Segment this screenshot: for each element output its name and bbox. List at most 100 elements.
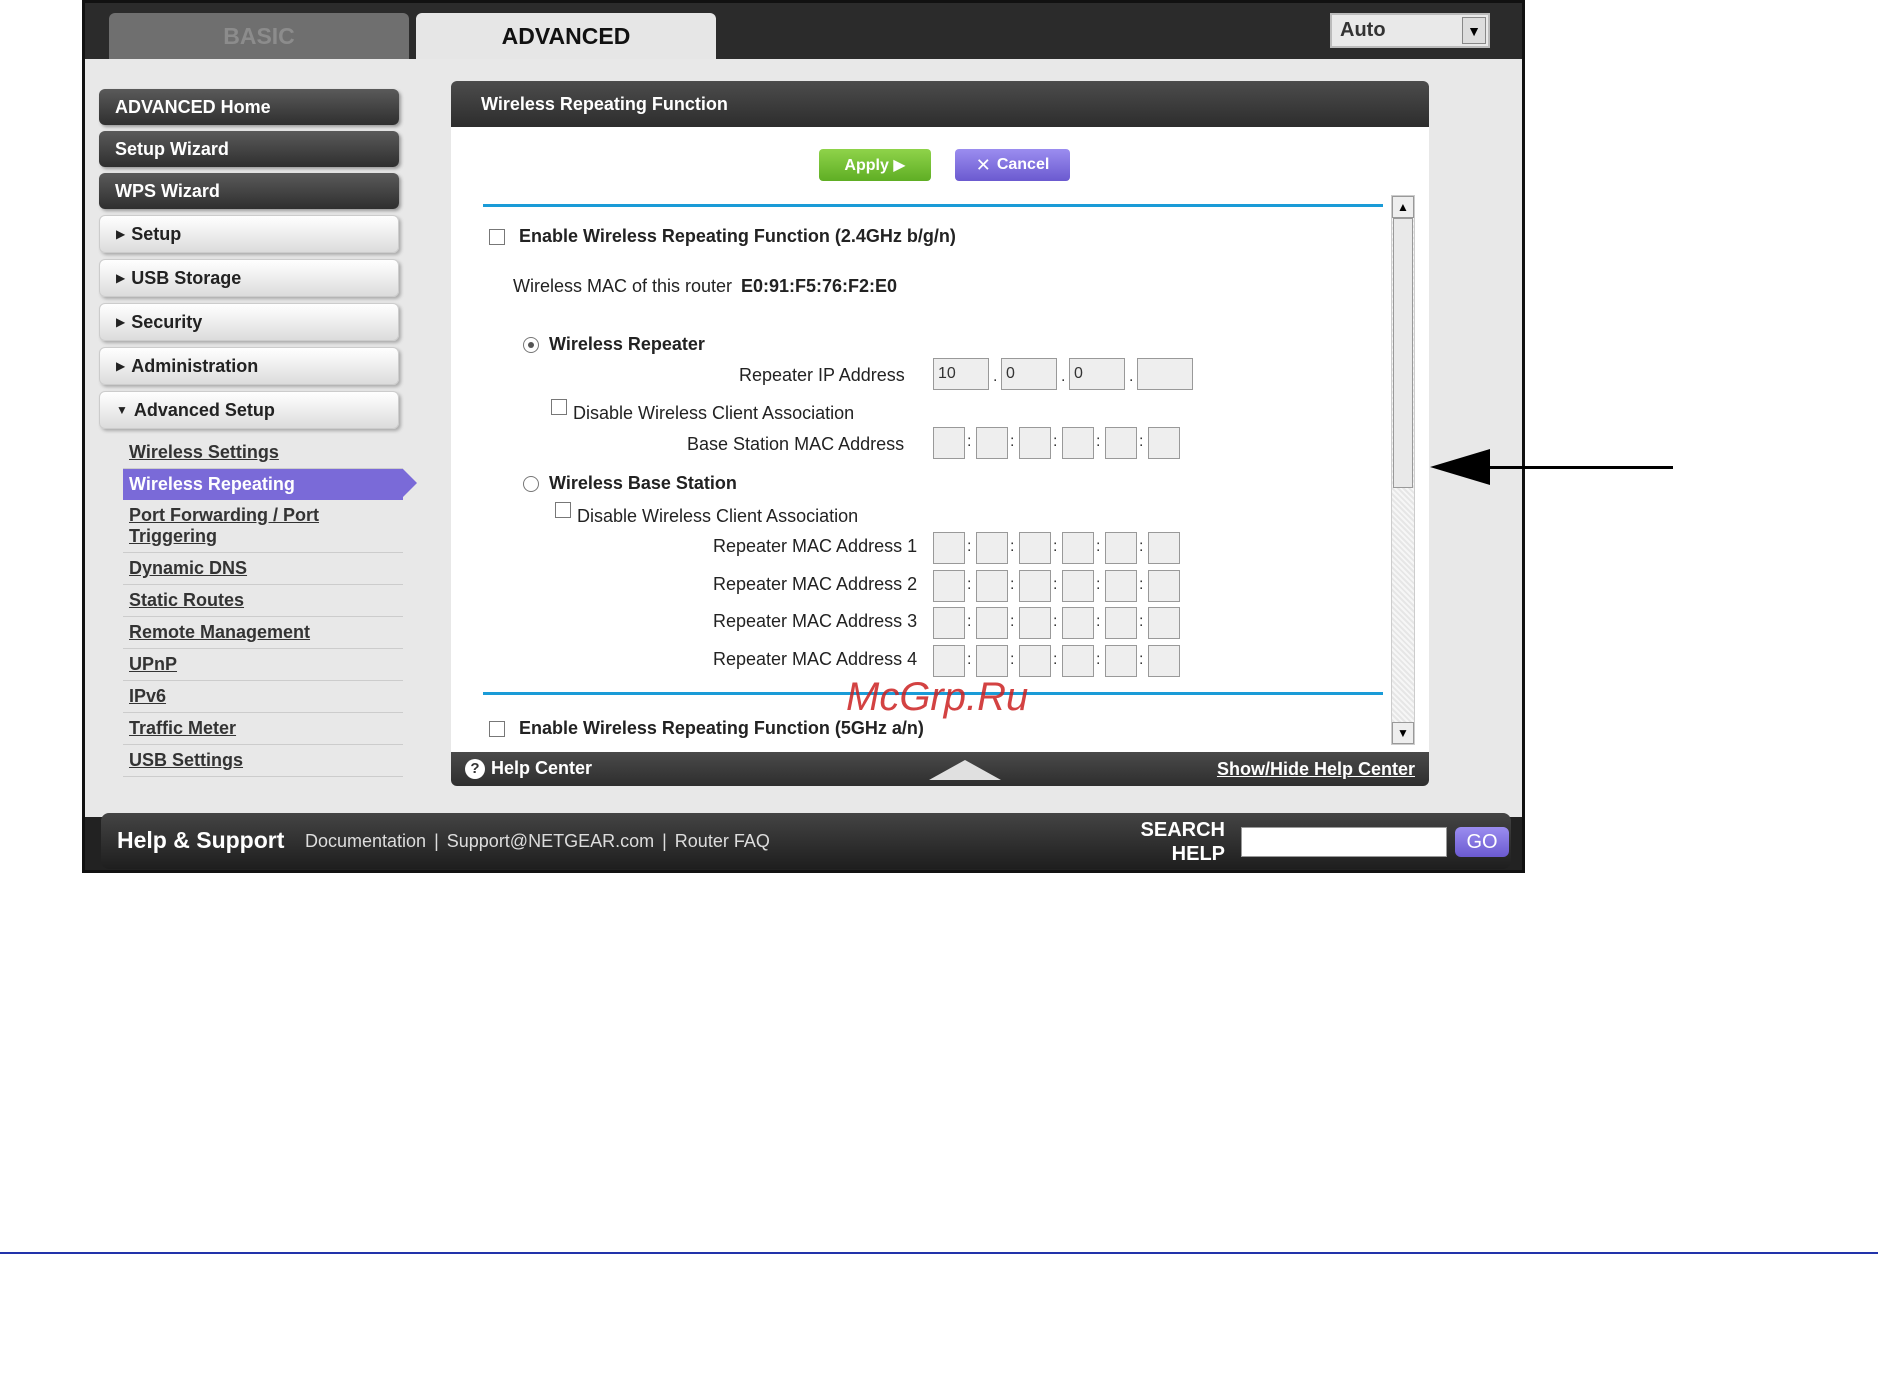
repeater-mac-4-octet-6[interactable] bbox=[1148, 645, 1180, 677]
footer-separator: | bbox=[662, 831, 667, 851]
sidebar-setup-wizard[interactable]: Setup Wizard bbox=[99, 131, 399, 167]
disable-assoc-repeater-checkbox[interactable] bbox=[551, 399, 567, 415]
go-button[interactable]: GO bbox=[1455, 827, 1509, 857]
wireless-repeater-label: Wireless Repeater bbox=[549, 334, 705, 354]
enable-5ghz-checkbox[interactable] bbox=[489, 721, 505, 737]
sidebar-section-advanced-setup[interactable]: ▼ Advanced Setup bbox=[99, 391, 399, 429]
repeater-mac-1-octet-1[interactable] bbox=[933, 532, 965, 564]
mac-colon: : bbox=[1096, 651, 1101, 668]
chevron-down-icon[interactable]: ▼ bbox=[1462, 17, 1486, 44]
wireless-repeater-radio[interactable] bbox=[523, 337, 539, 353]
sidebar-item-traffic-meter[interactable]: Traffic Meter bbox=[123, 713, 403, 745]
language-select[interactable]: Auto ▼ bbox=[1330, 13, 1490, 48]
disable-assoc-base-label: Disable Wireless Client Association bbox=[577, 506, 859, 526]
router-mac-value: E0:91:F5:76:F2:E0 bbox=[741, 276, 898, 296]
base-mac-octet-2[interactable] bbox=[976, 427, 1008, 459]
repeater-mac-1-octet-5[interactable] bbox=[1105, 532, 1137, 564]
repeater-mac-4-octet-5[interactable] bbox=[1105, 645, 1137, 677]
repeater-mac-1-octet-2[interactable] bbox=[976, 532, 1008, 564]
sidebar-item-port-forwarding[interactable]: Port Forwarding / Port Triggering bbox=[123, 500, 403, 553]
sidebar-section-label: Administration bbox=[131, 355, 259, 376]
repeater-mac-3-octet-5[interactable] bbox=[1105, 607, 1137, 639]
repeater-mac-2-octet-6[interactable] bbox=[1148, 570, 1180, 602]
repeater-mac-2-octet-2[interactable] bbox=[976, 570, 1008, 602]
panel-scrollbar[interactable]: ▲ ▼ bbox=[1391, 195, 1415, 745]
sidebar-item-usb-settings[interactable]: USB Settings bbox=[123, 745, 403, 777]
repeater-mac-1-octet-6[interactable] bbox=[1148, 532, 1180, 564]
base-mac-octet-4[interactable] bbox=[1062, 427, 1094, 459]
sidebar-advanced-home[interactable]: ADVANCED Home bbox=[99, 89, 399, 125]
sidebar-section-usb-storage[interactable]: ▶ USB Storage bbox=[99, 259, 399, 297]
repeater-mac-2-octet-5[interactable] bbox=[1105, 570, 1137, 602]
scroll-thumb[interactable] bbox=[1393, 218, 1413, 488]
mac-colon: : bbox=[1139, 613, 1144, 630]
disable-assoc-base-checkbox[interactable] bbox=[555, 502, 571, 518]
repeater-mac-2-octet-4[interactable] bbox=[1062, 570, 1094, 602]
sidebar-item-static-routes[interactable]: Static Routes bbox=[123, 585, 403, 617]
mac-colon: : bbox=[1053, 651, 1058, 668]
repeater-mac-3-octet-2[interactable] bbox=[976, 607, 1008, 639]
tab-basic[interactable]: BASIC bbox=[109, 13, 409, 59]
sidebar-section-administration[interactable]: ▶ Administration bbox=[99, 347, 399, 385]
enable-24ghz-checkbox[interactable] bbox=[489, 229, 505, 245]
sidebar-item-remote-management[interactable]: Remote Management bbox=[123, 617, 403, 649]
sidebar-section-setup[interactable]: ▶ Setup bbox=[99, 215, 399, 253]
expand-caret-icon[interactable] bbox=[929, 760, 1001, 780]
repeater-mac-3-octet-1[interactable] bbox=[933, 607, 965, 639]
sidebar-item-dynamic-dns[interactable]: Dynamic DNS bbox=[123, 553, 403, 585]
divider-top bbox=[483, 204, 1383, 207]
cancel-button[interactable]: ✕ Cancel bbox=[955, 149, 1070, 181]
router-faq-link[interactable]: Router FAQ bbox=[675, 831, 770, 852]
base-mac-octet-5[interactable] bbox=[1105, 427, 1137, 459]
repeater-mac-label-3: Repeater MAC Address 3 bbox=[713, 611, 918, 631]
repeater-ip-octet-1[interactable]: 10 bbox=[933, 358, 989, 390]
mac-colon: : bbox=[1010, 576, 1015, 593]
base-mac-octet-3[interactable] bbox=[1019, 427, 1051, 459]
watermark: McGrp.Ru bbox=[846, 675, 1029, 719]
support-email-link[interactable]: Support@NETGEAR.com bbox=[447, 831, 654, 852]
wireless-base-station-label: Wireless Base Station bbox=[549, 473, 737, 493]
cancel-label: Cancel bbox=[996, 156, 1050, 173]
sidebar-section-security[interactable]: ▶ Security bbox=[99, 303, 399, 341]
repeater-mac-1-octet-4[interactable] bbox=[1062, 532, 1094, 564]
mac-colon: : bbox=[1053, 433, 1058, 450]
search-input[interactable] bbox=[1241, 827, 1447, 857]
sidebar-item-ipv6[interactable]: IPv6 bbox=[123, 681, 403, 713]
repeater-mac-3-octet-6[interactable] bbox=[1148, 607, 1180, 639]
repeater-mac-2-octet-3[interactable] bbox=[1019, 570, 1051, 602]
help-support-footer: Help & Support Documentation | Support@N… bbox=[101, 813, 1511, 869]
sidebar-item-wireless-settings[interactable]: Wireless Settings bbox=[123, 437, 403, 469]
scroll-down-icon[interactable]: ▼ bbox=[1392, 722, 1414, 744]
repeater-mac-3-octet-3[interactable] bbox=[1019, 607, 1051, 639]
sidebar: ADVANCED Home Setup Wizard WPS Wizard ▶ S… bbox=[99, 89, 417, 777]
sidebar-item-wireless-repeating[interactable]: Wireless Repeating bbox=[123, 469, 417, 500]
show-hide-help-link[interactable]: Show/Hide Help Center bbox=[1217, 759, 1415, 780]
scroll-up-icon[interactable]: ▲ bbox=[1392, 196, 1414, 218]
triangle-right-icon: ▶ bbox=[116, 271, 126, 285]
mac-colon: : bbox=[1139, 538, 1144, 555]
base-mac-octet-1[interactable] bbox=[933, 427, 965, 459]
router-admin-window: BASIC ADVANCED Auto ▼ ADVANCED Home Setu… bbox=[82, 0, 1525, 873]
repeater-ip-octet-4[interactable] bbox=[1137, 358, 1193, 390]
repeater-ip-octet-2[interactable]: 0 bbox=[1001, 358, 1057, 390]
repeater-mac-1-octet-3[interactable] bbox=[1019, 532, 1051, 564]
repeater-mac-4-octet-4[interactable] bbox=[1062, 645, 1094, 677]
documentation-link[interactable]: Documentation bbox=[305, 831, 426, 852]
repeater-mac-2-octet-1[interactable] bbox=[933, 570, 965, 602]
sidebar-item-upnp[interactable]: UPnP bbox=[123, 649, 403, 681]
apply-button[interactable]: Apply ▶ bbox=[819, 149, 931, 181]
repeater-mac-3-octet-4[interactable] bbox=[1062, 607, 1094, 639]
repeater-mac-4-octet-1[interactable] bbox=[933, 645, 965, 677]
sidebar-section-label: Setup bbox=[131, 223, 182, 244]
wireless-base-station-radio[interactable] bbox=[523, 476, 539, 492]
help-center-toggle[interactable]: ? Help Center bbox=[465, 758, 592, 779]
base-mac-octet-6[interactable] bbox=[1148, 427, 1180, 459]
language-selected: Auto bbox=[1340, 19, 1386, 41]
repeater-ip-octet-3[interactable]: 0 bbox=[1069, 358, 1125, 390]
repeater-mac-4-octet-3[interactable] bbox=[1019, 645, 1051, 677]
repeater-mac-4-octet-2[interactable] bbox=[976, 645, 1008, 677]
mac-colon: : bbox=[1139, 576, 1144, 593]
tab-advanced[interactable]: ADVANCED bbox=[416, 13, 716, 59]
sidebar-wps-wizard[interactable]: WPS Wizard bbox=[99, 173, 399, 209]
panel-title: Wireless Repeating Function bbox=[451, 81, 1429, 127]
